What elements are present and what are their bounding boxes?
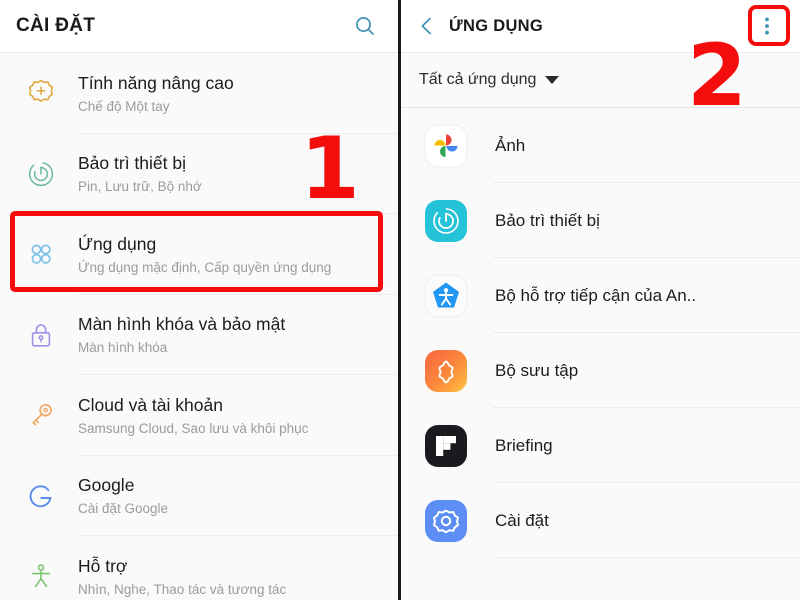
device-maintenance-app-icon [423, 198, 469, 244]
settings-row-lockscreen-security[interactable]: Màn hình khóa và bảo mật Màn hình khóa [0, 295, 398, 375]
search-icon[interactable] [348, 9, 382, 43]
app-row-device-maintenance[interactable]: Bảo trì thiết bị [401, 183, 800, 258]
settings-panel: CÀI ĐẶT Tính năng nâng cao Chế độ Một ta… [0, 0, 400, 600]
settings-list: Tính năng nâng cao Chế độ Một tay Bảo tr… [0, 53, 398, 600]
app-list: Ảnh Bảo trì thiết bị Bộ hỗ trợ tiếp cận … [401, 108, 800, 558]
back-chevron-icon[interactable] [413, 9, 441, 43]
key-icon [18, 399, 64, 431]
settings-row-text: Cloud và tài khoản Samsung Cloud, Sao lư… [64, 395, 320, 436]
settings-row-text: Ứng dụng Ứng dụng mặc định, Cấp quyền ứn… [64, 234, 343, 275]
page-title: ỨNG DỤNG [449, 16, 544, 35]
more-vertical-icon[interactable] [750, 9, 784, 43]
settings-header: CÀI ĐẶT [0, 0, 398, 52]
settings-row-google[interactable]: Google Cài đặt Google [0, 456, 398, 536]
settings-row-apps[interactable]: Ứng dụng Ứng dụng mặc định, Cấp quyền ứn… [0, 214, 398, 295]
app-name: Bộ hỗ trợ tiếp cận của An.. [495, 285, 697, 305]
settings-row-device-maintenance[interactable]: Bảo trì thiết bị Pin, Lưu trữ, Bộ nhớ [0, 134, 398, 214]
settings-row-advanced-features[interactable]: Tính năng nâng cao Chế độ Một tay [0, 53, 398, 134]
page-title: CÀI ĐẶT [16, 15, 96, 36]
device-maintenance-icon [18, 158, 64, 190]
settings-row-subtitle: Chế độ Một tay [78, 98, 170, 114]
settings-row-subtitle: Samsung Cloud, Sao lưu và khôi phục [78, 420, 309, 436]
accessibility-person-icon [18, 560, 64, 592]
settings-gear-app-icon [423, 498, 469, 544]
app-name: Cài đặt [495, 510, 549, 530]
settings-row-cloud-accounts[interactable]: Cloud và tài khoản Samsung Cloud, Sao lư… [0, 375, 398, 456]
advanced-features-icon [18, 77, 64, 109]
app-filter-label: Tất cả ứng dụng [419, 71, 537, 88]
screenshot-root: CÀI ĐẶT Tính năng nâng cao Chế độ Một ta… [0, 0, 800, 600]
settings-row-accessibility[interactable]: Hỗ trợ Nhìn, Nghe, Thao tác và tương tác [0, 536, 398, 600]
app-filter-dropdown[interactable]: Tất cả ứng dụng [401, 53, 800, 107]
app-name: Bộ sưu tập [495, 360, 579, 380]
settings-row-title: Màn hình khóa và bảo mật [78, 314, 286, 335]
settings-row-text: Màn hình khóa và bảo mật Màn hình khóa [64, 314, 297, 355]
settings-row-title: Tính năng nâng cao [78, 72, 234, 93]
app-name: Bảo trì thiết bị [495, 210, 600, 230]
settings-row-subtitle: Nhìn, Nghe, Thao tác và tương tác [78, 581, 287, 597]
app-row-briefing[interactable]: Briefing [401, 408, 800, 483]
lock-icon [18, 319, 64, 351]
apps-header: ỨNG DỤNG [401, 0, 800, 52]
settings-row-subtitle: Cài đặt Google [78, 501, 169, 517]
settings-row-text: Hỗ trợ Nhìn, Nghe, Thao tác và tương tác [64, 556, 298, 597]
google-g-icon [18, 480, 64, 512]
row-divider [493, 557, 800, 558]
android-accessibility-suite-icon [423, 273, 469, 319]
settings-row-subtitle: Pin, Lưu trữ, Bộ nhớ [78, 179, 202, 195]
app-name: Ảnh [495, 135, 526, 155]
app-name: Briefing [495, 435, 553, 455]
settings-row-text: Google Cài đặt Google [64, 475, 180, 516]
settings-row-subtitle: Màn hình khóa [78, 340, 168, 356]
settings-row-title: Bảo trì thiết bị [78, 153, 186, 174]
settings-row-title: Cloud và tài khoản [78, 394, 223, 415]
app-row-gallery[interactable]: Bộ sưu tập [401, 333, 800, 408]
settings-row-title: Ứng dụng [78, 233, 157, 254]
gallery-icon [423, 348, 469, 394]
settings-row-title: Google [78, 475, 135, 496]
settings-row-subtitle: Ứng dụng mặc định, Cấp quyền ứng dụng [78, 259, 332, 275]
app-row-photos[interactable]: Ảnh [401, 108, 800, 183]
apps-grid-icon [18, 238, 64, 270]
settings-row-title: Hỗ trợ [78, 555, 128, 576]
chevron-down-icon [545, 76, 560, 84]
briefing-flipboard-icon [423, 423, 469, 469]
app-row-accessibility-suite[interactable]: Bộ hỗ trợ tiếp cận của An.. [401, 258, 800, 333]
app-row-settings[interactable]: Cài đặt [401, 483, 800, 558]
settings-row-text: Tính năng nâng cao Chế độ Một tay [64, 73, 246, 114]
settings-row-text: Bảo trì thiết bị Pin, Lưu trữ, Bộ nhớ [64, 153, 214, 194]
apps-panel: ỨNG DỤNG Tất cả ứng dụng Ảnh Bảo trì thi… [400, 0, 800, 600]
google-photos-icon [423, 123, 469, 169]
